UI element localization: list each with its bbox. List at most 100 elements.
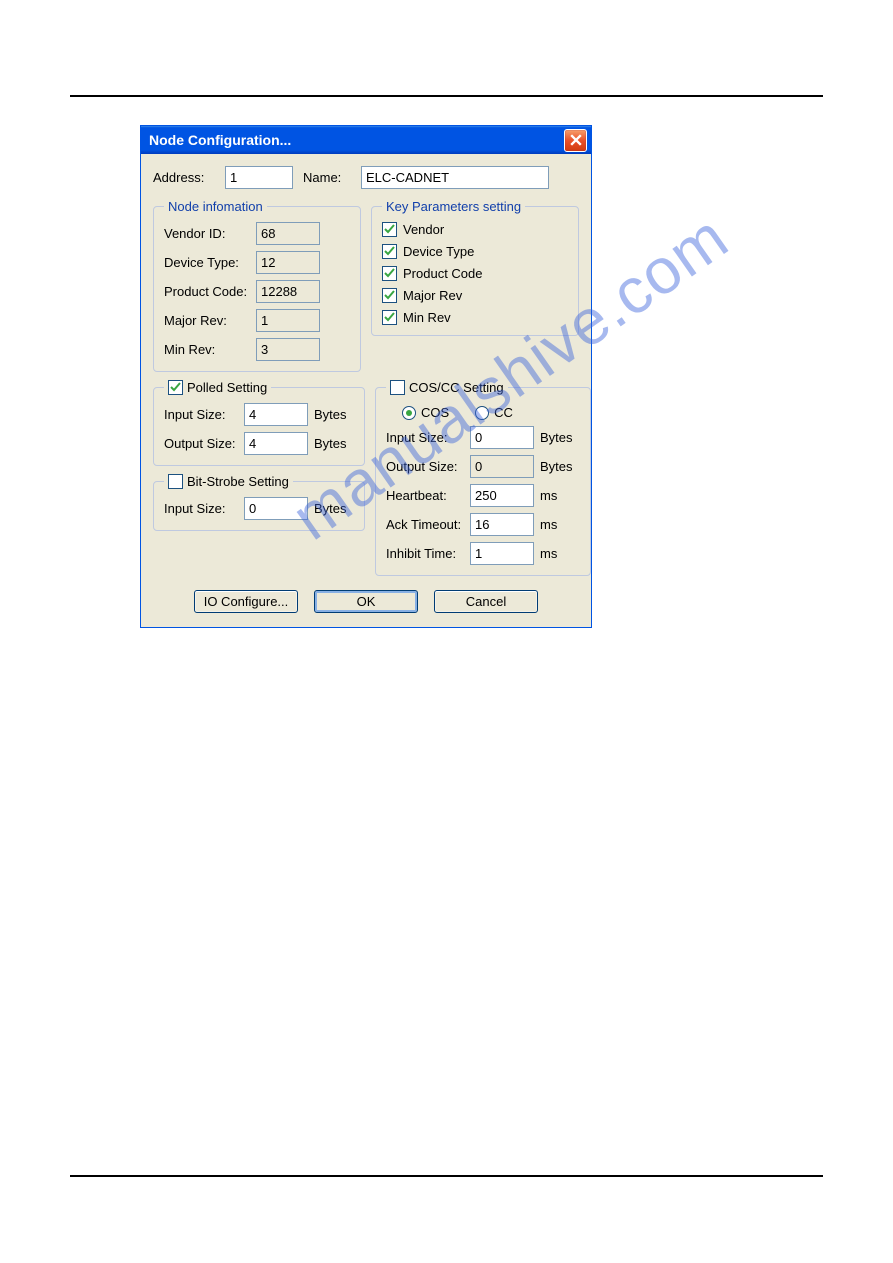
dialog-client: Address: Name: Node infomation Vendor ID… xyxy=(141,154,591,627)
dialog-button-row: IO Configure... OK Cancel xyxy=(153,590,579,613)
polled-output-size-label: Output Size: xyxy=(164,436,244,451)
product-code-input xyxy=(256,280,320,303)
polled-input-size-label: Input Size: xyxy=(164,407,244,422)
inhibit-label: Inhibit Time: xyxy=(386,546,470,561)
polled-output-size[interactable] xyxy=(244,432,308,455)
vendor-check-row: Vendor xyxy=(382,222,568,237)
polled-output-unit: Bytes xyxy=(314,436,354,451)
productcode-check-row: Product Code xyxy=(382,266,568,281)
cancel-button[interactable]: Cancel xyxy=(434,590,538,613)
close-button[interactable] xyxy=(564,129,587,152)
minrev-checkbox[interactable] xyxy=(382,310,397,325)
majorrev-check-row: Major Rev xyxy=(382,288,568,303)
key-parameters-group: Key Parameters setting Vendor Device Typ… xyxy=(371,199,579,336)
address-label: Address: xyxy=(153,170,215,185)
heartbeat-unit: ms xyxy=(540,488,580,503)
major-rev-label: Major Rev: xyxy=(164,313,256,328)
majorrev-checkbox[interactable] xyxy=(382,288,397,303)
ack-timeout-input[interactable] xyxy=(470,513,534,536)
coscc-output-size xyxy=(470,455,534,478)
name-input[interactable] xyxy=(361,166,549,189)
address-name-row: Address: Name: xyxy=(153,166,579,189)
check-icon xyxy=(384,268,395,279)
info-and-keyparams: Node infomation Vendor ID: Device Type: … xyxy=(153,199,579,380)
cos-radio[interactable] xyxy=(402,406,416,420)
vendor-checkbox[interactable] xyxy=(382,222,397,237)
bitstrobe-checkbox[interactable] xyxy=(168,474,183,489)
device-type-row: Device Type: xyxy=(164,251,350,274)
page-rule-bottom xyxy=(70,1175,823,1177)
key-parameters-legend: Key Parameters setting xyxy=(382,199,525,214)
check-icon xyxy=(384,312,395,323)
min-rev-label: Min Rev: xyxy=(164,342,256,357)
devicetype-check-label: Device Type xyxy=(403,244,474,259)
vendor-id-label: Vendor ID: xyxy=(164,226,256,241)
ok-button[interactable]: OK xyxy=(314,590,418,613)
product-code-label: Product Code: xyxy=(164,284,256,299)
polled-legend: Polled Setting xyxy=(164,380,271,395)
devicetype-checkbox[interactable] xyxy=(382,244,397,259)
check-icon xyxy=(384,290,395,301)
settings-row: Polled Setting Input Size: Bytes Output … xyxy=(153,380,579,584)
bitstrobe-legend: Bit-Strobe Setting xyxy=(164,474,293,489)
productcode-checkbox[interactable] xyxy=(382,266,397,281)
minrev-check-label: Min Rev xyxy=(403,310,451,325)
polled-legend-text: Polled Setting xyxy=(187,380,267,395)
bitstrobe-setting-group: Bit-Strobe Setting Input Size: Bytes xyxy=(153,474,365,531)
polled-input-unit: Bytes xyxy=(314,407,354,422)
bitstrobe-input-size-label: Input Size: xyxy=(164,501,244,516)
node-information-group: Node infomation Vendor ID: Device Type: … xyxy=(153,199,361,372)
node-info-legend: Node infomation xyxy=(164,199,267,214)
bitstrobe-input-unit: Bytes xyxy=(314,501,354,516)
productcode-check-label: Product Code xyxy=(403,266,483,281)
major-rev-row: Major Rev: xyxy=(164,309,350,332)
coscc-legend: COS/CC Setting xyxy=(386,380,508,395)
io-configure-button[interactable]: IO Configure... xyxy=(194,590,298,613)
page-rule-top xyxy=(70,95,823,97)
coscc-legend-text: COS/CC Setting xyxy=(409,380,504,395)
close-icon xyxy=(570,134,582,146)
coscc-checkbox[interactable] xyxy=(390,380,405,395)
cc-radio-label: CC xyxy=(494,405,513,420)
node-config-dialog: Node Configuration... Address: Name: Nod… xyxy=(140,125,592,628)
inhibit-unit: ms xyxy=(540,546,580,561)
coscc-radio-row: COS CC xyxy=(402,405,580,420)
check-icon xyxy=(384,224,395,235)
heartbeat-label: Heartbeat: xyxy=(386,488,470,503)
bitstrobe-legend-text: Bit-Strobe Setting xyxy=(187,474,289,489)
dialog-title: Node Configuration... xyxy=(149,132,291,148)
ack-timeout-label: Ack Timeout: xyxy=(386,517,470,532)
coscc-setting-group: COS/CC Setting COS CC Input Size: xyxy=(375,380,591,576)
ack-timeout-unit: ms xyxy=(540,517,580,532)
min-rev-input xyxy=(256,338,320,361)
minrev-check-row: Min Rev xyxy=(382,310,568,325)
bitstrobe-input-size[interactable] xyxy=(244,497,308,520)
vendor-id-row: Vendor ID: xyxy=(164,222,350,245)
check-icon xyxy=(170,382,181,393)
device-type-input xyxy=(256,251,320,274)
titlebar: Node Configuration... xyxy=(141,126,591,154)
coscc-input-unit: Bytes xyxy=(540,430,580,445)
coscc-output-size-label: Output Size: xyxy=(386,459,470,474)
address-input[interactable] xyxy=(225,166,293,189)
coscc-input-size-label: Input Size: xyxy=(386,430,470,445)
cc-radio[interactable] xyxy=(475,406,489,420)
product-code-row: Product Code: xyxy=(164,280,350,303)
check-icon xyxy=(384,246,395,257)
majorrev-check-label: Major Rev xyxy=(403,288,462,303)
inhibit-input[interactable] xyxy=(470,542,534,565)
min-rev-row: Min Rev: xyxy=(164,338,350,361)
devicetype-check-row: Device Type xyxy=(382,244,568,259)
polled-checkbox[interactable] xyxy=(168,380,183,395)
cos-radio-label: COS xyxy=(421,405,449,420)
name-label: Name: xyxy=(303,170,351,185)
device-type-label: Device Type: xyxy=(164,255,256,270)
heartbeat-input[interactable] xyxy=(470,484,534,507)
coscc-output-unit: Bytes xyxy=(540,459,580,474)
major-rev-input xyxy=(256,309,320,332)
polled-input-size[interactable] xyxy=(244,403,308,426)
vendor-check-label: Vendor xyxy=(403,222,444,237)
coscc-input-size[interactable] xyxy=(470,426,534,449)
vendor-id-input xyxy=(256,222,320,245)
polled-setting-group: Polled Setting Input Size: Bytes Output … xyxy=(153,380,365,466)
